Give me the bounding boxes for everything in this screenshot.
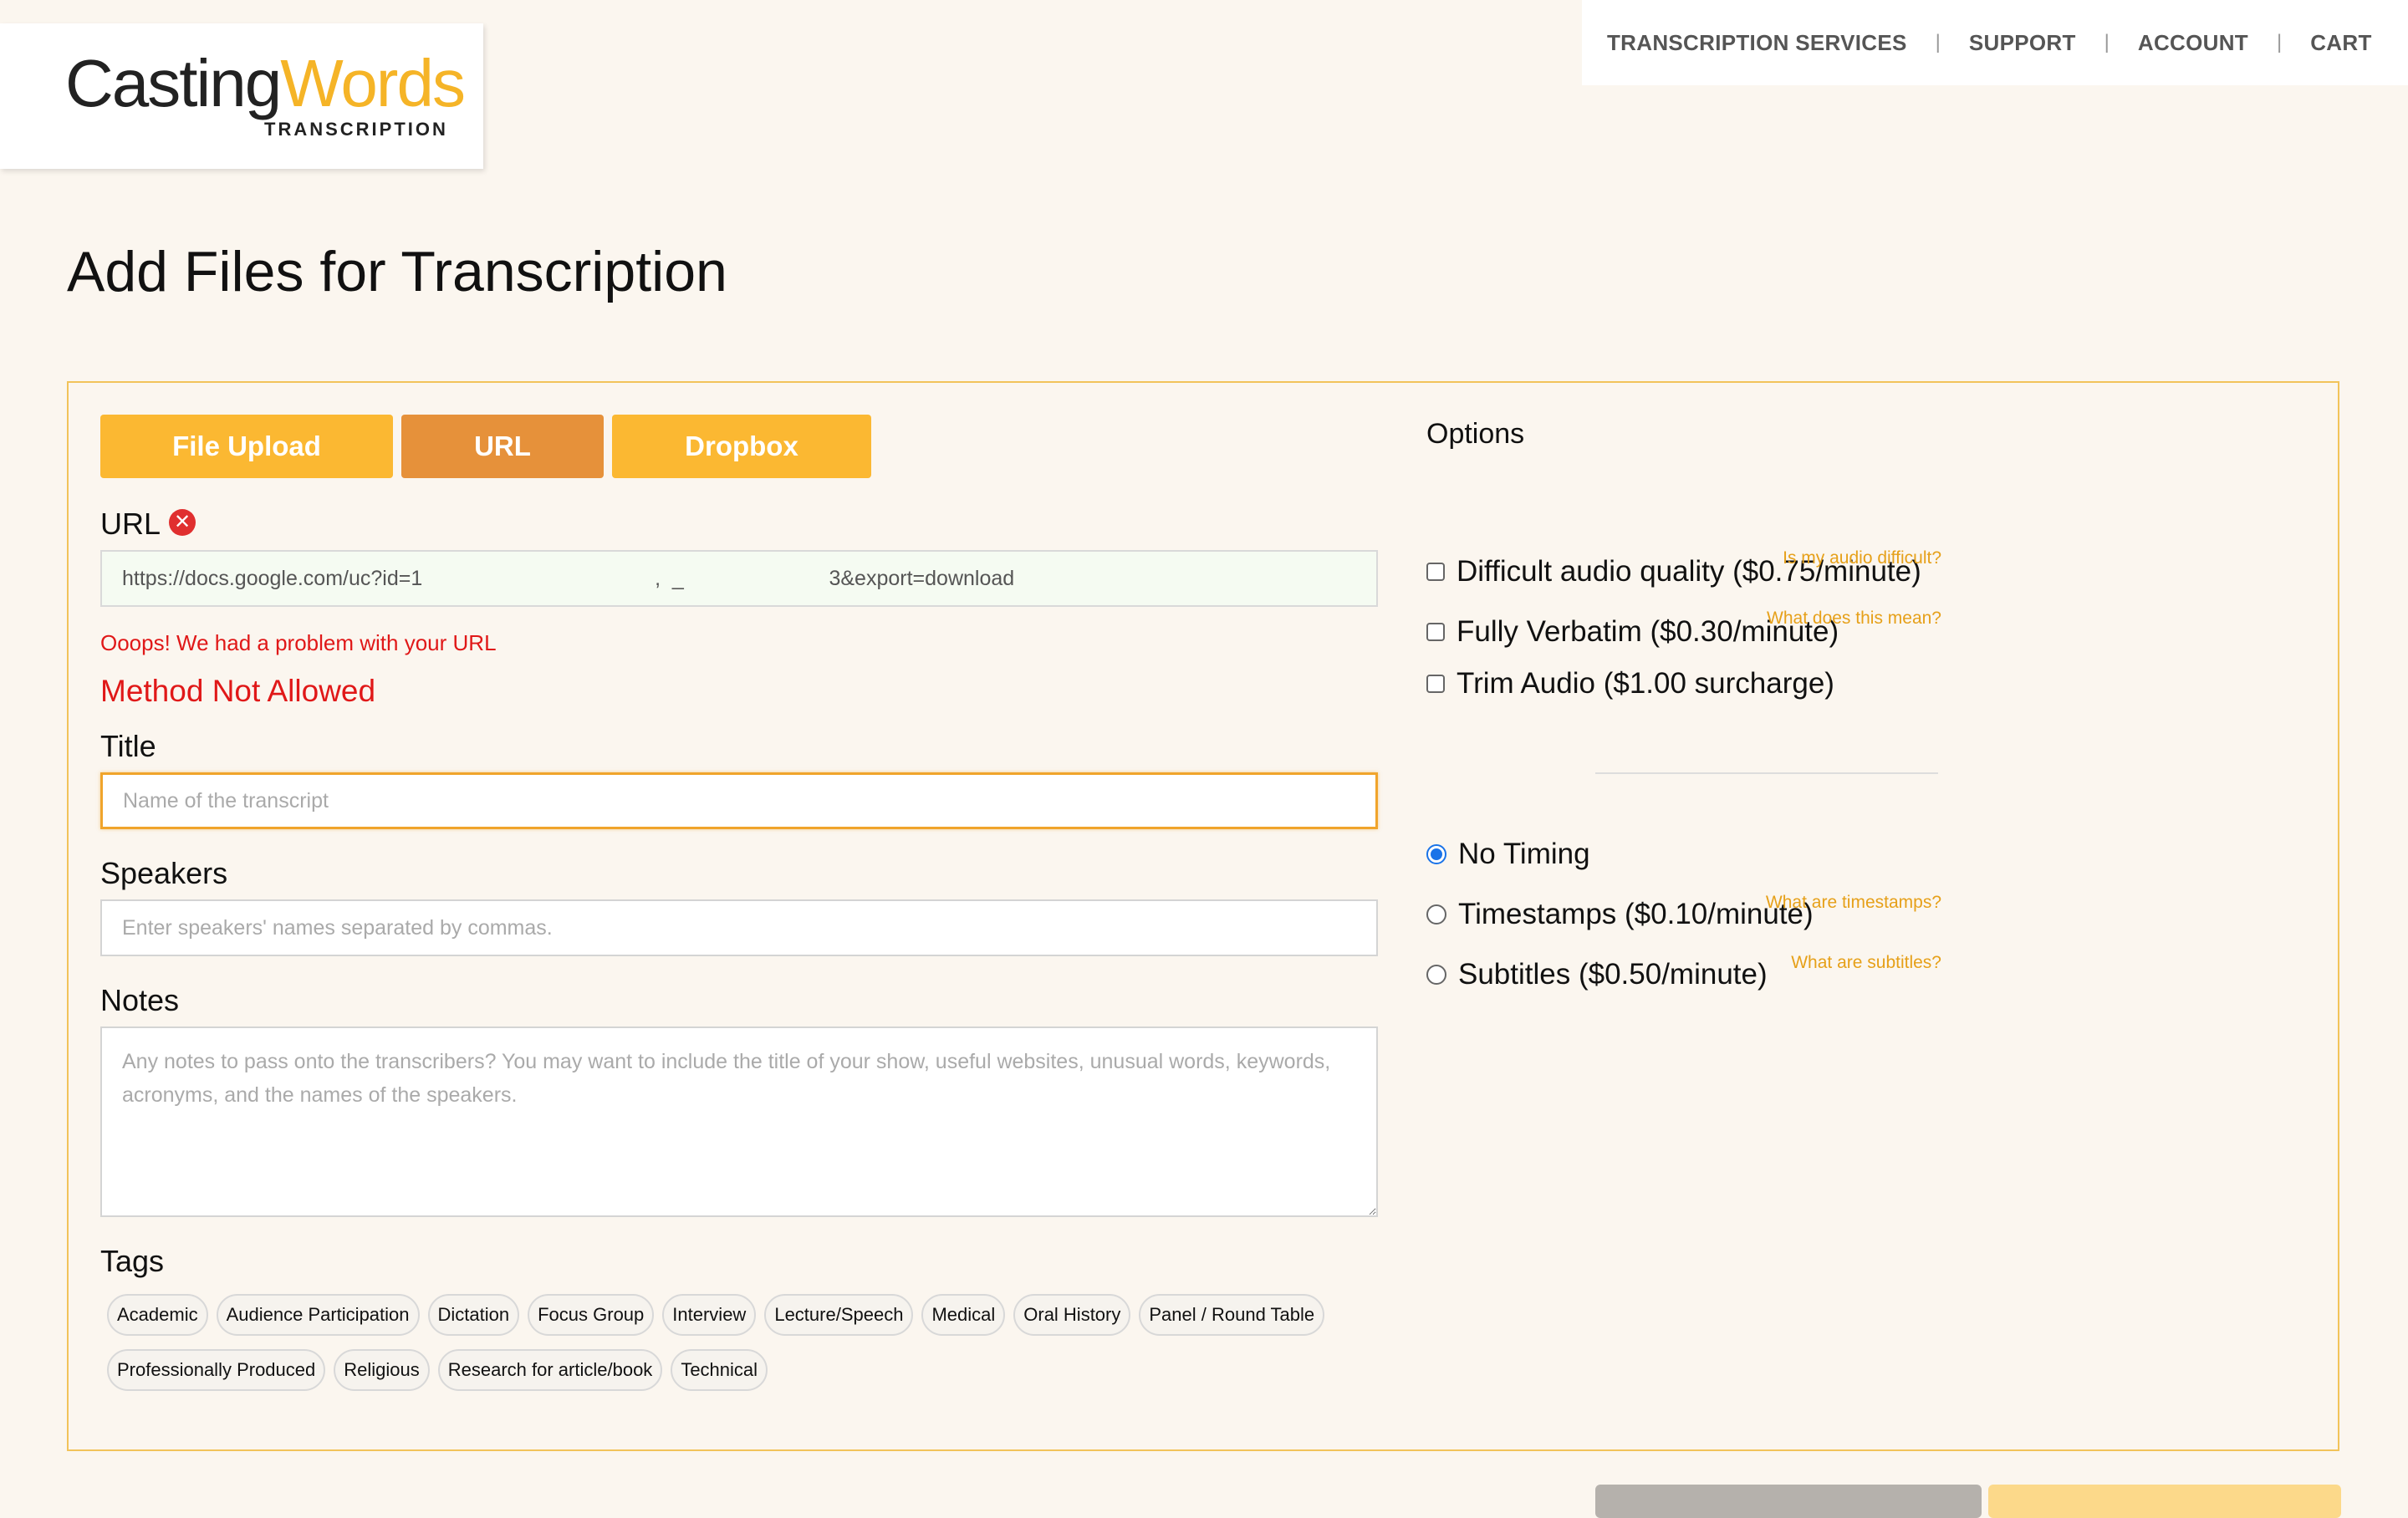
tab-url[interactable]: URL <box>401 415 604 478</box>
source-tabs: File Upload URL Dropbox <box>100 415 871 478</box>
tag-panel-round-table[interactable]: Panel / Round Table <box>1139 1294 1325 1336</box>
primary-action-button[interactable] <box>1988 1485 2341 1518</box>
tag-oral-history[interactable]: Oral History <box>1013 1294 1131 1336</box>
tab-file-upload[interactable]: File Upload <box>100 415 393 478</box>
tab-dropbox[interactable]: Dropbox <box>612 415 871 478</box>
tag-medical[interactable]: Medical <box>921 1294 1006 1336</box>
tag-interview[interactable]: Interview <box>662 1294 757 1336</box>
url-error-message: Ooops! We had a problem with your URL <box>100 630 497 655</box>
url-input[interactable] <box>100 550 1378 607</box>
tag-focus-group[interactable]: Focus Group <box>528 1294 655 1336</box>
url-label-row: URL ✕ <box>100 507 196 542</box>
option-no-timing[interactable]: No Timing <box>1426 838 1590 871</box>
nav-separator: | <box>2276 31 2283 53</box>
logo-word-words: Words <box>280 46 466 120</box>
help-link-verbatim[interactable]: What does this mean? <box>1691 609 1941 629</box>
logo[interactable]: CastingWords TRANSCRIPTION <box>0 23 483 169</box>
tag-religious[interactable]: Religious <box>334 1349 430 1391</box>
tags-row: Professionally Produced Religious Resear… <box>107 1349 1294 1391</box>
no-timing-label: No Timing <box>1458 838 1590 870</box>
option-trim-audio[interactable]: Trim Audio ($1.00 surcharge) <box>1426 667 1834 700</box>
add-files-panel: File Upload URL Dropbox URL ✕ Ooops! We h… <box>67 381 2339 1451</box>
nav-separator: | <box>1935 31 1941 53</box>
speakers-label: Speakers <box>100 856 228 890</box>
subtitles-radio[interactable] <box>1426 965 1446 985</box>
title-input[interactable] <box>100 772 1378 829</box>
help-link-difficult[interactable]: Is my audio difficult? <box>1691 548 1941 568</box>
tags-list: Academic Audience Participation Dictatio… <box>107 1294 1325 1404</box>
page-title: Add Files for Transcription <box>67 240 727 303</box>
timestamps-radio[interactable] <box>1426 904 1446 925</box>
nav-separator: | <box>2104 31 2110 53</box>
help-link-timestamps[interactable]: What are timestamps? <box>1691 893 1941 913</box>
tag-lecture-speech[interactable]: Lecture/Speech <box>764 1294 914 1336</box>
url-error-detail: Method Not Allowed <box>100 674 376 708</box>
fully-verbatim-checkbox[interactable] <box>1426 623 1445 641</box>
tag-audience-participation[interactable]: Audience Participation <box>216 1294 420 1336</box>
nav-cart[interactable]: CART <box>2310 30 2371 56</box>
title-label: Title <box>100 729 156 763</box>
no-timing-radio[interactable] <box>1426 844 1446 864</box>
notes-textarea[interactable] <box>100 1026 1378 1217</box>
help-link-subtitles[interactable]: What are subtitles? <box>1691 953 1941 973</box>
options-title: Options <box>1426 418 1525 450</box>
options-divider <box>1595 772 1938 774</box>
error-icon: ✕ <box>169 509 196 537</box>
tag-research-for-article-book[interactable]: Research for article/book <box>437 1349 663 1391</box>
tag-technical[interactable]: Technical <box>671 1349 768 1391</box>
trim-audio-checkbox[interactable] <box>1426 675 1445 693</box>
tag-professionally-produced[interactable]: Professionally Produced <box>107 1349 326 1391</box>
tag-dictation[interactable]: Dictation <box>427 1294 520 1336</box>
top-navigation: TRANSCRIPTION SERVICES | SUPPORT | ACCOU… <box>1582 0 2408 85</box>
logo-wordmark: CastingWords <box>65 50 466 117</box>
notes-label: Notes <box>100 983 180 1017</box>
trim-audio-label: Trim Audio ($1.00 surcharge) <box>1457 667 1834 700</box>
secondary-action-button[interactable] <box>1595 1485 1982 1518</box>
nav-support[interactable]: SUPPORT <box>1969 30 2076 56</box>
logo-subtitle: TRANSCRIPTION <box>264 119 448 140</box>
tags-label: Tags <box>100 1244 165 1278</box>
tags-row: Academic Audience Participation Dictatio… <box>107 1294 1325 1336</box>
difficult-audio-checkbox[interactable] <box>1426 563 1445 581</box>
nav-account[interactable]: ACCOUNT <box>2138 30 2248 56</box>
speakers-input[interactable] <box>100 899 1378 956</box>
url-label: URL <box>100 507 161 541</box>
logo-word-casting: Casting <box>65 46 282 120</box>
nav-transcription-services[interactable]: TRANSCRIPTION SERVICES <box>1607 30 1907 56</box>
tag-academic[interactable]: Academic <box>107 1294 208 1336</box>
